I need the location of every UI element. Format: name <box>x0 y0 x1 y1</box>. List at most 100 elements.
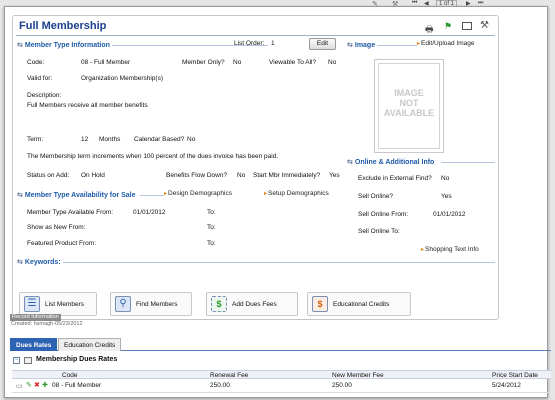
exclude-external-label: Exclude in External Find? <box>358 175 432 182</box>
section-divider <box>377 45 417 46</box>
tab-dues-rates[interactable]: Dues Rates <box>10 338 58 351</box>
collapse-icon[interactable]: ⇆ <box>17 42 23 49</box>
add-dues-fees-icon: $ <box>211 296 227 312</box>
find-members-icon: ⚲ <box>115 296 131 312</box>
collapse-icon[interactable]: ⇆ <box>347 42 353 49</box>
section-divider <box>140 195 164 196</box>
tab-education-credits[interactable]: Education Credits <box>58 338 122 351</box>
col-header-code[interactable]: Code <box>62 372 78 379</box>
grid-title: Membership Dues Rates <box>36 356 118 363</box>
collapse-icon[interactable]: ⇆ <box>347 159 353 166</box>
educational-credits-button[interactable]: $ Educational Credits <box>307 292 411 316</box>
image-placeholder-text: IMAGE NOT AVAILABLE <box>378 63 440 149</box>
educational-credits-icon: $ <box>312 296 328 312</box>
main-window: Full Membership 🖶 ⚑ ⚒ ⇆ Member Type Infor… <box>4 6 551 398</box>
availability-heading[interactable]: ⇆ Member Type Availability for Sale <box>17 191 135 199</box>
status-on-add-value: On Hold <box>81 172 105 179</box>
image-heading[interactable]: ⇆ Image <box>347 41 375 49</box>
list-members-button[interactable]: ☰ List Members <box>19 292 97 316</box>
description-label: Description: <box>27 92 62 99</box>
exclude-external-value: No <box>441 175 450 182</box>
member-only-value: No <box>233 59 242 66</box>
row-new-member-fee: 250.00 <box>332 382 352 389</box>
list-members-label: List Members <box>45 300 85 308</box>
member-image-placeholder: IMAGE NOT AVAILABLE <box>374 59 444 153</box>
available-from-value: 01/01/2012 <box>133 209 166 216</box>
term-label: Term: <box>27 136 44 143</box>
member-only-label: Member Only? <box>182 59 225 66</box>
sell-online-from-label: Sell Online From: <box>358 211 409 218</box>
col-header-renewal-fee[interactable]: Renewal Fee <box>210 372 248 379</box>
shopping-text-info-link[interactable]: Shopping Text Info <box>421 246 479 253</box>
section-divider <box>441 162 495 163</box>
start-mbr-value: Yes <box>329 172 340 179</box>
code-value: 08 - Full Member <box>81 59 131 66</box>
find-members-button[interactable]: ⚲ Find Members <box>110 292 192 316</box>
member-type-info-heading[interactable]: ⇆ Member Type Information <box>17 41 110 49</box>
record-info-heading: Record Information <box>10 314 61 321</box>
row-divider <box>12 392 551 393</box>
list-members-icon: ☰ <box>24 296 40 312</box>
benefits-flow-value: No <box>237 172 246 179</box>
row-renewal-fee: 250.00 <box>210 382 230 389</box>
collapse-toggle-icon[interactable]: − <box>13 357 20 364</box>
collapse-icon[interactable]: ⇆ <box>17 259 23 266</box>
list-order-value: 1 <box>271 40 275 47</box>
col-header-new-member-fee[interactable]: New Member Fee <box>332 372 384 379</box>
row-delete-icon[interactable]: ✖ <box>34 381 40 389</box>
design-demographics-link[interactable]: Design Demographics <box>164 190 232 197</box>
show-as-new-label: Show as New From: <box>27 224 86 231</box>
row-view-icon[interactable]: ▭ <box>16 382 23 390</box>
collapse-icon[interactable]: ⇆ <box>17 192 23 199</box>
edit-button[interactable]: Edit <box>309 38 336 50</box>
viewable-value: No <box>328 59 337 66</box>
calendar-based-label: Calendar Based? <box>134 136 185 143</box>
tools-icon[interactable]: ⚒ <box>480 20 494 32</box>
section-divider <box>63 262 495 263</box>
viewable-label: Viewable To All? <box>269 59 317 66</box>
term-value: 12 <box>81 136 89 143</box>
table-row[interactable]: ▭ ✎ ✖ ✚ 08 - Full Member 250.00 250.00 5… <box>12 381 551 391</box>
show-as-new-to-label: To: <box>207 224 216 231</box>
row-add-icon[interactable]: ✚ <box>42 381 48 389</box>
keywords-heading[interactable]: ⇆ Keywords: <box>17 258 61 266</box>
featured-product-label: Featured Product From: <box>27 240 96 247</box>
window-icon[interactable] <box>462 22 472 30</box>
row-edit-icon[interactable]: ✎ <box>26 381 32 389</box>
featured-to-label: To: <box>207 240 216 247</box>
member-type-card: Full Membership 🖶 ⚑ ⚒ ⇆ Member Type Infor… <box>12 15 499 320</box>
row-code: 08 - Full Member <box>52 382 102 389</box>
term-unit: Months <box>99 136 121 143</box>
start-mbr-label: Start Mbr Immediately? <box>253 172 321 179</box>
row-start-date: 5/24/2012 <box>492 382 521 389</box>
setup-demographics-link[interactable]: Setup Demographics <box>264 190 329 197</box>
sell-online-value: Yes <box>441 193 452 200</box>
sell-online-from-value: 01/01/2012 <box>433 211 466 218</box>
available-to-label: To: <box>207 209 216 216</box>
add-dues-fees-button[interactable]: $ Add Dues Fees <box>206 292 298 316</box>
find-members-label: Find Members <box>136 300 178 308</box>
term-increment-text: The Membership term increments when 100 … <box>27 153 279 160</box>
edit-upload-image-link[interactable]: Edit/Upload Image <box>417 40 474 47</box>
grid-icon <box>24 357 32 364</box>
code-label: Code: <box>27 59 45 66</box>
col-header-price-start-date[interactable]: Price Start Date <box>492 372 538 379</box>
valid-for-label: Valid for: <box>27 75 53 82</box>
page-title: Full Membership <box>19 20 107 32</box>
online-info-heading[interactable]: ⇆ Online & Additional Info <box>347 158 434 166</box>
add-dues-fees-label: Add Dues Fees <box>232 300 277 308</box>
benefits-flow-label: Benefits Flow Down? <box>166 172 228 179</box>
sell-online-to-label: Sell Online To: <box>358 228 400 235</box>
available-from-label: Member Type Available From: <box>27 209 114 216</box>
grid-header-row: Code Renewal Fee New Member Fee Price St… <box>12 370 551 379</box>
list-order-label: List Order: <box>234 40 265 47</box>
educational-credits-label: Educational Credits <box>333 300 390 308</box>
title-divider <box>16 35 495 36</box>
print-icon[interactable]: 🖶 <box>425 22 439 34</box>
detail-tabs: Dues Rates Education Credits <box>10 338 551 351</box>
calendar-based-value: No <box>187 136 196 143</box>
description-value: Full Members receive all member benefits <box>27 102 148 109</box>
sell-online-label: Sell Online? <box>358 193 394 200</box>
record-created-text: Created: hsmagh-05/23/2012 <box>11 321 83 327</box>
flag-icon[interactable]: ⚑ <box>444 21 458 33</box>
